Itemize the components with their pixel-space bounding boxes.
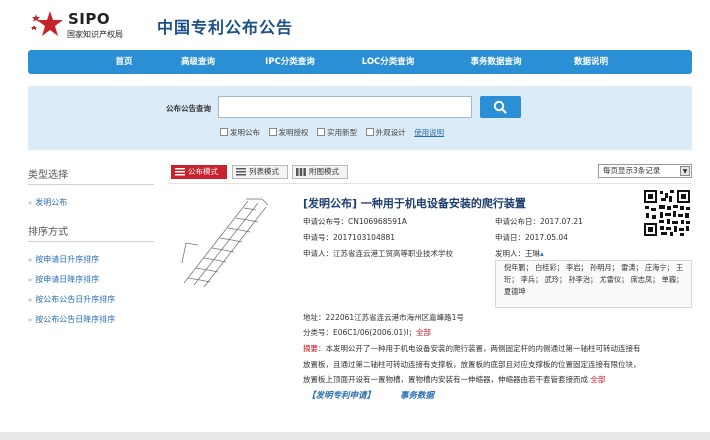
page-title: 中国专利公布公告 [157, 18, 294, 37]
sort-heading: 排序方式 [28, 227, 68, 238]
nav-transaction-search[interactable]: 事务数据查询 [448, 50, 544, 74]
chevron-right-icon: » [28, 199, 33, 207]
divider [168, 183, 692, 184]
main-nav: 首页 高级查询 IPC分类查询 LOC分类查询 事务数据查询 数据说明 [28, 50, 692, 74]
field-app-no: 申请号：2017103104881 [303, 233, 396, 242]
checkbox-box[interactable] [268, 128, 277, 136]
abstract: 摘要：本发明公开了一种用于机电设备安装的爬行装置，两侧固定杆的内侧通过第一轴柱可… [303, 344, 641, 385]
checkbox-box[interactable] [220, 128, 228, 136]
checkbox-box[interactable] [365, 128, 374, 136]
help-link[interactable]: 使用说明 [414, 127, 444, 138]
logo-subtext: 国家知识产权局 [67, 30, 123, 39]
divider [28, 184, 154, 185]
list-icon [175, 168, 185, 176]
divider [28, 241, 154, 242]
header: SIPO 国家知识产权局 中国专利公布公告 [0, 0, 710, 46]
abstract-all-link[interactable]: 全部 [590, 375, 605, 384]
inventors-popup: 倪年鹏； 白桂彩； 李岩； 孙明月； 雷涛； 庄海宁； 王 珩； 李兵； 武玲；… [495, 260, 692, 308]
nav-advanced-search[interactable]: 高级查询 [168, 50, 228, 74]
field-address: 地址：222061江苏省连云港市海州区嘉峰路1号 [303, 313, 464, 322]
checkbox-utility-model[interactable]: 实用新型 [317, 127, 357, 138]
tab-list-mode[interactable]: 列表模式 [232, 165, 288, 179]
chevron-right-icon: » [28, 256, 33, 264]
chevron-up-icon[interactable]: ▴ [540, 249, 544, 258]
sort-app-date-asc[interactable]: » 按申请日升序排序 [28, 254, 99, 265]
class-all-link[interactable]: 全部 [416, 328, 431, 337]
checkbox-invention-publication[interactable]: 发明公布 [220, 127, 260, 138]
field-inventor: 发明人：王琳▴ [495, 249, 544, 258]
sort-pub-date-asc[interactable]: » 按公布公告日升序排序 [28, 294, 115, 305]
sidebar-item-invention-publication[interactable]: » 发明公布 [28, 197, 67, 208]
search-label: 公布公告查询 [166, 104, 211, 113]
checkbox-design[interactable]: 外观设计 [365, 127, 406, 138]
result-title[interactable]: [发明公布] 一种用于机电设备安装的爬行装置 [303, 195, 526, 211]
chevron-down-icon[interactable]: ▼ [680, 166, 690, 176]
field-class-no: 分类号：E06C1/06(2006.01)I；全部 [303, 328, 431, 337]
field-app-date: 申请日：2017.05.04 [495, 233, 568, 242]
search-button[interactable] [480, 96, 521, 118]
nav-data-notes[interactable]: 数据说明 [556, 50, 626, 74]
invention-application-link[interactable]: 【发明专利申请】 [307, 391, 375, 401]
transaction-data-link[interactable]: 事务数据 [400, 391, 434, 401]
field-pub-date: 申请公布日：2017.07.21 [495, 217, 583, 226]
per-page-select[interactable]: 每页显示3条记录 ▼ [598, 164, 692, 178]
list-icon [236, 168, 246, 176]
sort-app-date-desc[interactable]: » 按申请日降序排序 [28, 274, 99, 285]
patent-drawing-thumbnail[interactable] [178, 193, 274, 289]
nav-loc-search[interactable]: LOC分类查询 [348, 50, 428, 74]
search-area: 公布公告查询 发明公布 发明授权 实用新型 外观设计 使用说明 [28, 86, 692, 150]
type-checkboxes: 发明公布 发明授权 实用新型 外观设计 使用说明 [220, 127, 444, 139]
chevron-right-icon: » [28, 316, 33, 324]
abstract-label: 摘要： [303, 344, 326, 353]
checkbox-invention-grant[interactable]: 发明授权 [268, 127, 309, 138]
sort-pub-date-desc[interactable]: » 按公布公告日降序排序 [28, 314, 115, 325]
qr-code-icon [643, 189, 691, 237]
chevron-right-icon: » [28, 296, 33, 304]
search-icon [493, 100, 507, 114]
search-input[interactable] [218, 96, 472, 118]
result-links: 【发明专利申请】 事务数据 [307, 389, 456, 401]
footer-bar [0, 432, 710, 440]
field-pub-no: 申请公布号：CN106968591A [303, 217, 407, 226]
grid-icon [296, 168, 306, 176]
field-applicant: 申请人：江苏省连云港工贸高等职业技术学校 [303, 249, 453, 258]
type-heading: 类型选择 [28, 170, 68, 181]
tab-image-mode[interactable]: 附图模式 [292, 165, 348, 179]
nav-home[interactable]: 首页 [94, 50, 154, 74]
tab-publication-mode[interactable]: 公布模式 [171, 165, 227, 179]
chevron-right-icon: » [28, 276, 33, 284]
logo-text: SIPO [68, 10, 111, 28]
sipo-logo[interactable]: SIPO 国家知识产权局 [30, 8, 150, 40]
checkbox-box[interactable] [317, 128, 326, 136]
logo-star-icon [31, 11, 63, 36]
nav-ipc-search[interactable]: IPC分类查询 [250, 50, 330, 74]
